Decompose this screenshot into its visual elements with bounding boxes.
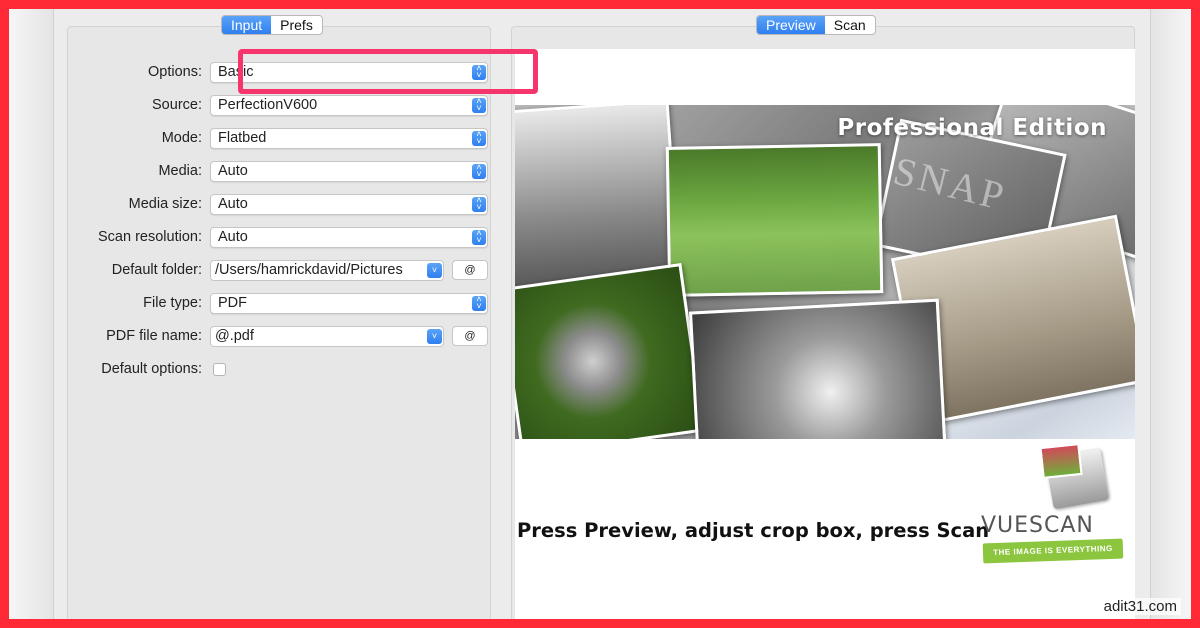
mode-row: Mode: Flatbed ˄ ˅ [68,128,492,150]
default-folder-value: /Users/hamrickdavid/Pictures [215,262,403,278]
file-type-label: File type: [143,295,202,311]
source-value: PerfectionV600 [218,97,318,113]
left-tab-switcher: Input Prefs [221,15,323,35]
default-folder-at-button[interactable]: @ [452,260,488,280]
media-label: Media: [158,163,202,179]
options-highlight-box [238,49,538,94]
source-select[interactable]: PerfectionV600 ˄ ˅ [210,95,488,116]
default-folder-row: Default folder: /Users/hamrickdavid/Pict… [68,260,492,282]
right-tab-switcher: Preview Scan [756,15,876,35]
media-size-row: Media size: Auto ˄ ˅ [68,194,492,216]
media-size-label: Media size: [128,196,202,212]
chevron-updown-icon: ˄ ˅ [472,196,486,212]
scan-resolution-label: Scan resolution: [98,229,202,245]
preview-panel: SNAP Professional Edition Press Preview,… [511,26,1135,619]
background-left [9,9,53,619]
logo-tagline: THE IMAGE IS EVERYTHING [993,543,1113,558]
pdf-file-name-label: PDF file name: [106,328,202,344]
default-options-row: Default options: [68,359,492,381]
media-size-value: Auto [218,196,248,212]
default-options-checkbox[interactable] [213,363,226,376]
chevron-down-icon[interactable]: ˅ [427,263,442,278]
scan-resolution-select[interactable]: Auto ˄ ˅ [210,227,488,248]
mode-value: Flatbed [218,130,267,146]
watermark: adit31.com [1099,598,1181,615]
pdf-file-name-value: @.pdf [215,328,254,344]
chevron-updown-icon: ˄ ˅ [472,229,486,245]
media-value: Auto [218,163,248,179]
preview-canvas[interactable]: SNAP Professional Edition Press Preview,… [515,49,1135,619]
scan-resolution-value: Auto [218,229,248,245]
file-type-row: File type: PDF ˄ ˅ [68,293,492,315]
media-select[interactable]: Auto ˄ ˅ [210,161,488,182]
chevron-updown-icon: ˄ ˅ [472,163,486,179]
kids-photo [665,143,884,297]
mode-select[interactable]: Flatbed ˄ ˅ [210,128,488,149]
chevron-updown-icon: ˄ ˅ [472,97,486,113]
options-label: Options: [148,64,202,80]
tab-preview[interactable]: Preview [757,16,825,34]
chevron-down-icon[interactable]: ˅ [427,329,442,344]
logo-tagline-ribbon: THE IMAGE IS EVERYTHING [982,538,1124,564]
chevron-updown-icon: ˄ ˅ [472,295,486,311]
boys-photo [688,298,948,439]
source-label: Source: [152,97,202,113]
pdf-file-name-combo[interactable]: @.pdf ˅ [210,326,444,347]
screenshot-frame: Input Prefs Preview Scan Options: Basic … [9,9,1191,619]
background-right [1151,9,1191,619]
promo-banner-image: SNAP Professional Edition [515,105,1135,439]
chevron-updown-icon: ˄ ˅ [472,130,486,146]
input-settings-panel: Options: Basic ˄ ˅ Source: PerfectionV600… [67,26,491,619]
pdf-file-name-row: PDF file name: @.pdf ˅ @ [68,326,492,348]
tab-input[interactable]: Input [222,16,272,34]
scan-resolution-row: Scan resolution: Auto ˄ ˅ [68,227,492,249]
media-row: Media: Auto ˄ ˅ [68,161,492,183]
tab-scan[interactable]: Scan [825,16,875,34]
preview-instruction: Press Preview, adjust crop box, press Sc… [517,519,990,542]
vuescan-logo: VUESCAN THE IMAGE IS EVERYTHING [977,442,1127,579]
mode-label: Mode: [161,130,202,146]
media-size-select[interactable]: Auto ˄ ˅ [210,194,488,215]
photo-icon [1039,442,1083,480]
tab-prefs[interactable]: Prefs [271,16,322,34]
banner-title: Professional Edition [837,115,1107,141]
pdf-file-name-at-button[interactable]: @ [452,326,488,346]
dog-photo [515,262,705,439]
source-row: Source: PerfectionV600 ˄ ˅ [68,95,492,117]
vuescan-window: Input Prefs Preview Scan Options: Basic … [53,9,1151,619]
default-folder-label: Default folder: [111,262,202,278]
logo-text: VUESCAN [981,513,1094,538]
default-options-label: Default options: [101,361,202,377]
file-type-select[interactable]: PDF ˄ ˅ [210,293,488,314]
default-folder-combo[interactable]: /Users/hamrickdavid/Pictures ˅ [210,260,444,281]
file-type-value: PDF [218,295,247,311]
